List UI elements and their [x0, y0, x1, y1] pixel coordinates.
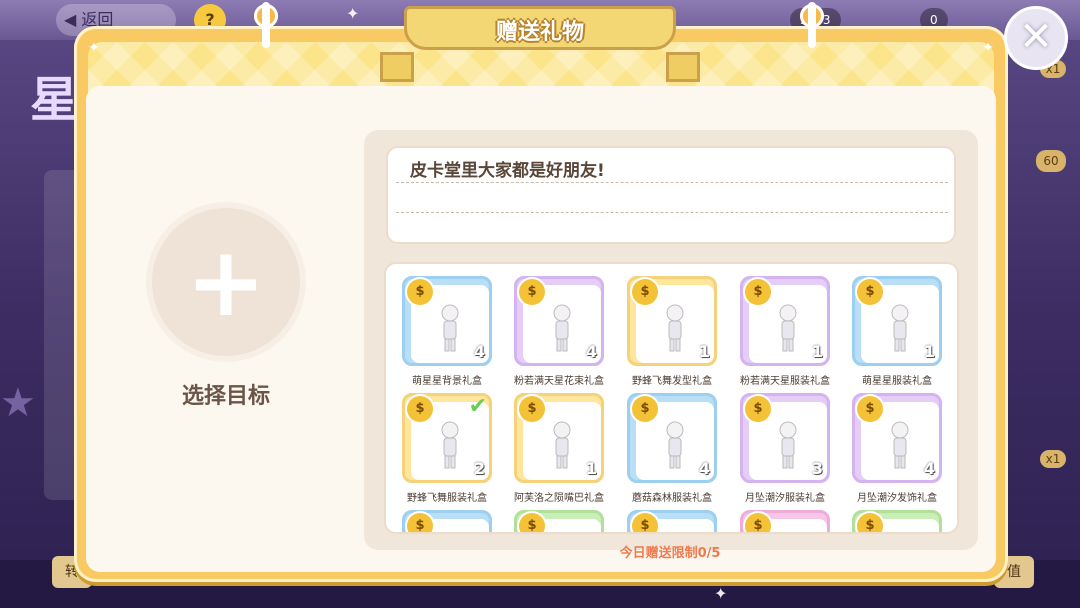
gift-tile[interactable]: $ [740, 510, 830, 532]
gift-name: 粉若满天星花束礼盒 [514, 376, 604, 387]
gift-bag-icon: $ [632, 279, 658, 305]
gift-bag-icon: $ [519, 396, 545, 422]
background-title: 星 [30, 72, 79, 128]
mouth-icon [547, 420, 577, 470]
gift-count: 1 [923, 342, 935, 361]
gift-count: 4 [923, 459, 935, 478]
gift-bag-icon: $ [519, 513, 545, 532]
daily-limit-text: 今日赠送限制0/5 [619, 546, 721, 561]
binder-clip-icon [262, 2, 270, 48]
corner-star-icon: ✦ [88, 40, 100, 56]
gift-tile[interactable]: $ [514, 510, 604, 532]
gift-count: 4 [473, 342, 485, 361]
gift-bag-icon: $ [519, 279, 545, 305]
star-icon: ★ [0, 380, 36, 426]
outfit-icon [885, 303, 915, 353]
gift-tile[interactable]: $1 [514, 393, 604, 483]
gift-tile[interactable]: $4 [627, 393, 717, 483]
gift-bag-icon: $ [407, 513, 433, 532]
gift-tile[interactable]: $ [852, 510, 942, 532]
message-line [396, 212, 948, 213]
gift-bag-icon: $ [857, 513, 883, 532]
gift-name: 萌星星服装礼盒 [862, 376, 932, 387]
star-icon: ✦ [346, 4, 360, 23]
gift-tile[interactable]: $ [402, 510, 492, 532]
gift-bag-icon: $ [632, 396, 658, 422]
gift-count: 4 [585, 342, 597, 361]
outfit-icon [435, 420, 465, 470]
corner-star-icon: ✦ [982, 40, 994, 56]
background-badge-60: 60 [1036, 150, 1066, 172]
gift-count: 3 [811, 459, 823, 478]
gift-count: 4 [698, 459, 710, 478]
outfit-icon [773, 303, 803, 353]
gift-tile[interactable]: $1 [627, 276, 717, 366]
gift-name: 月坠潮汐发饰礼盒 [857, 493, 937, 504]
gift-bag-icon: $ [407, 396, 433, 422]
gift-tile[interactable]: $4 [852, 393, 942, 483]
dialog-title: 赠送礼物 [495, 20, 584, 45]
gift-bag-icon: $ [857, 396, 883, 422]
gift-bag-icon: $ [745, 396, 771, 422]
flower-icon [547, 303, 577, 353]
gift-tile[interactable]: $2 ✔ [402, 393, 492, 483]
plus-icon: + [185, 226, 267, 338]
message-text: 皮卡堂里大家都是好朋友! [410, 161, 605, 181]
gift-count: 1 [698, 342, 710, 361]
hair-accessory-icon [885, 420, 915, 470]
gift-name: 萌星星背景礼盒 [412, 376, 482, 387]
gift-bag-icon: $ [857, 279, 883, 305]
gift-bag-icon: $ [745, 279, 771, 305]
gift-count: 1 [585, 459, 597, 478]
gift-name: 阿芙洛之陨嘴巴礼盒 [514, 493, 604, 504]
gift-name: 野蜂飞舞发型礼盒 [632, 376, 712, 387]
hair-icon [660, 303, 690, 353]
gift-count: 2 [473, 459, 485, 478]
ribbon-tail-right [666, 52, 700, 82]
background-badge-x1-bottom: x1 [1040, 450, 1066, 468]
gift-tile[interactable]: $4 [514, 276, 604, 366]
gift-name: 蘑菇森林服装礼盒 [632, 493, 712, 504]
star-icon: ✦ [714, 584, 728, 603]
gift-count: 1 [811, 342, 823, 361]
binder-clip-icon [808, 2, 816, 48]
gift-tile[interactable]: $1 [852, 276, 942, 366]
gift-name: 野蜂飞舞服装礼盒 [407, 493, 487, 504]
gift-tile[interactable]: $3 [740, 393, 830, 483]
gift-name: 粉若满天星服装礼盒 [740, 376, 830, 387]
gift-bag-icon: $ [745, 513, 771, 532]
sparkle-icon [435, 303, 465, 353]
message-input[interactable]: 皮卡堂里大家都是好朋友! [386, 146, 956, 244]
outfit-icon [660, 420, 690, 470]
checkmark-icon: ✔ [468, 394, 487, 419]
outfit-icon [773, 420, 803, 470]
select-target-button[interactable]: + [152, 208, 300, 356]
close-button[interactable]: ✕ [1004, 6, 1068, 70]
gift-tile[interactable]: $1 [740, 276, 830, 366]
gift-grid[interactable]: $4 萌星星背景礼盒 $4 粉若满天星花束礼盒 $1 野蜂飞舞发型礼盒 $1 粉若满天星服装礼… [384, 262, 959, 534]
gift-bag-icon: $ [632, 513, 658, 532]
gift-name: 月坠潮汐服装礼盒 [745, 493, 825, 504]
gift-tile[interactable]: $4 [402, 276, 492, 366]
gift-tile[interactable]: $ [627, 510, 717, 532]
select-target-label: 选择目标 [181, 384, 270, 409]
ribbon-tail-left [380, 52, 414, 82]
gift-bag-icon: $ [407, 279, 433, 305]
message-line [396, 182, 948, 183]
